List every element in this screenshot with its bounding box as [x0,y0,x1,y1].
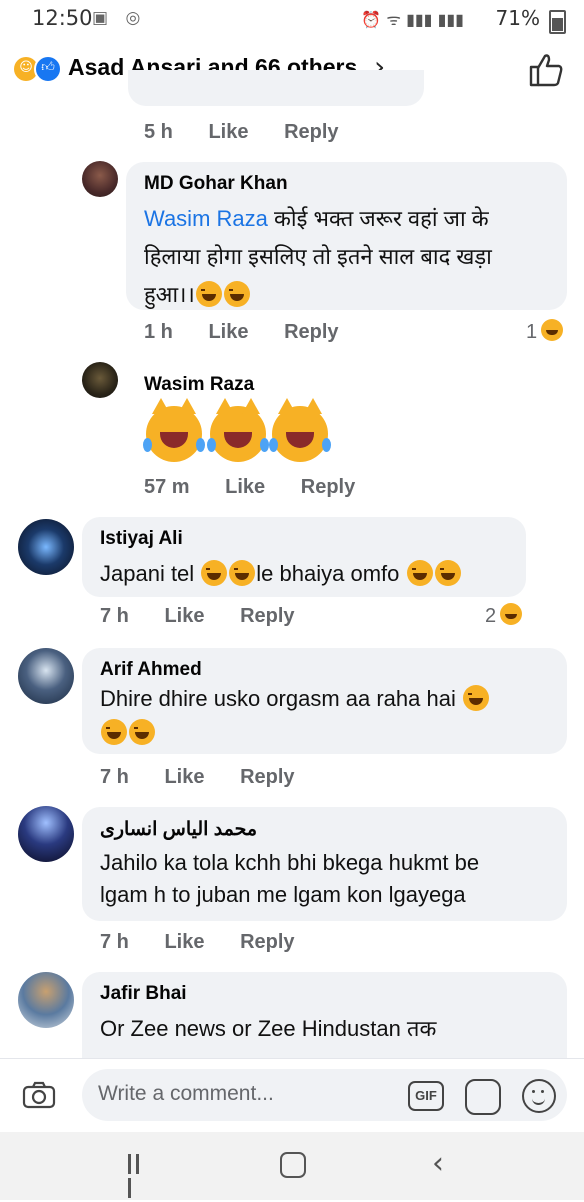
gif-button[interactable]: GIF [408,1081,444,1111]
comment-text: Dhire dhire usko orgasm aa raha hai [100,682,560,750]
comment-bubble[interactable]: Arif Ahmed Dhire dhire usko orgasm aa ra… [82,648,567,754]
comment-text: Japani tel le bhaiya omfo [100,555,462,593]
comment-author[interactable]: Wasim Raza [144,374,254,396]
comment-input-placeholder: Write a comment... [98,1082,274,1105]
comment-author[interactable]: Arif Ahmed [100,659,202,681]
comment-bubble[interactable]: Istiyaj Ali Japani tel le bhaiya omfo [82,517,526,597]
like-button-icon[interactable] [526,50,566,90]
comment-actions: 57 m Like Reply [144,476,385,499]
haha-icon [500,603,523,625]
back-icon[interactable]: ‹ [432,1146,444,1181]
joy-emoji [406,560,433,586]
comment-bubble[interactable] [128,70,424,106]
comment-bubble[interactable]: محمد الیاس انساری Jahilo ka tola kchh bh… [82,807,567,921]
avatar[interactable] [82,161,118,197]
recent-apps-icon[interactable] [128,1154,150,1198]
mention-link[interactable]: Wasim Raza [144,206,268,231]
like-link[interactable]: Like [208,121,248,143]
comment-bubble[interactable]: MD Gohar Khan Wasim Raza कोई भक्त जरूर व… [126,162,567,310]
reply-link[interactable]: Reply [240,605,294,627]
wink-tongue-emoji [223,281,250,307]
cat-joy-emoji [269,398,331,462]
comment-actions: 1 h Like Reply [144,321,369,344]
like-link[interactable]: Like [164,766,204,788]
system-nav-bar: ‹ [0,1132,584,1200]
comment-text: Jahilo ka tola kchh bhi bkega hukmt be l… [100,850,480,907]
battery-icon [549,10,566,34]
status-bar: 12:50 ▣ ◎ ⏰ ᯤ ▮▮▮ ▮▮▮ 71% [0,0,584,36]
status-time: 12:50 [32,6,93,30]
avatar[interactable] [18,519,74,575]
cat-joy-emoji [207,398,269,462]
comment-composer: Write a comment... GIF [0,1058,584,1133]
reply-link[interactable]: Reply [240,931,294,953]
comment-actions: 7 h Like Reply [100,931,325,954]
grin-emoji [195,281,222,307]
battery-percent: 71% [495,6,540,30]
joy-emoji [434,560,461,586]
reply-link[interactable]: Reply [284,321,338,343]
home-icon[interactable] [280,1152,306,1178]
comment-age: 7 h [100,605,129,627]
comment-age: 7 h [100,766,129,788]
camera-icon[interactable] [22,1081,56,1109]
haha-icon [541,319,564,341]
reaction-count[interactable]: 1 [526,319,564,344]
like-icon: 👍︎ [34,55,62,83]
comment-author[interactable]: Istiyaj Ali [100,528,183,550]
comment-age: 5 h [144,121,173,143]
joy-emoji [201,560,228,586]
comment-age: 57 m [144,476,190,498]
reply-link[interactable]: Reply [301,476,355,498]
emoji-icon[interactable] [522,1079,556,1113]
comment-author[interactable]: محمد الیاس انساری [100,818,257,841]
comment-author[interactable]: Jafir Bhai [100,983,187,1005]
rofl-emoji [462,685,489,711]
like-link[interactable]: Like [164,605,204,627]
comment-author[interactable]: MD Gohar Khan [144,173,288,195]
sticker-icon[interactable] [465,1079,501,1115]
like-link[interactable]: Like [225,476,265,498]
comment-age: 1 h [144,321,173,343]
notification-icons: ▣ ◎ [92,8,147,28]
reply-link[interactable]: Reply [240,766,294,788]
comment-age: 7 h [100,931,129,953]
cat-joy-emoji [143,398,205,462]
like-link[interactable]: Like [164,931,204,953]
comment-text: Or Zee news or Zee Hindustan तक [100,1016,437,1041]
rofl-emoji [129,719,155,745]
comment-text: Wasim Raza कोई भक्त जरूर वहां जा के हिला… [144,206,492,307]
comment-input[interactable]: Write a comment... GIF [82,1069,567,1121]
signal-icons: ⏰ ᯤ ▮▮▮ ▮▮▮ [361,10,464,29]
reaction-count[interactable]: 2 [485,603,523,628]
comment-actions: 7 h Like Reply [100,605,325,628]
avatar[interactable] [82,362,118,398]
comment-actions: 5 h Like Reply [144,121,369,144]
reply-link[interactable]: Reply [284,121,338,143]
rofl-emoji [101,719,127,745]
comment-actions: 7 h Like Reply [100,766,325,789]
avatar[interactable] [18,806,74,862]
avatar[interactable] [18,972,74,1028]
like-link[interactable]: Like [208,321,248,343]
avatar[interactable] [18,648,74,704]
joy-emoji [229,560,256,586]
